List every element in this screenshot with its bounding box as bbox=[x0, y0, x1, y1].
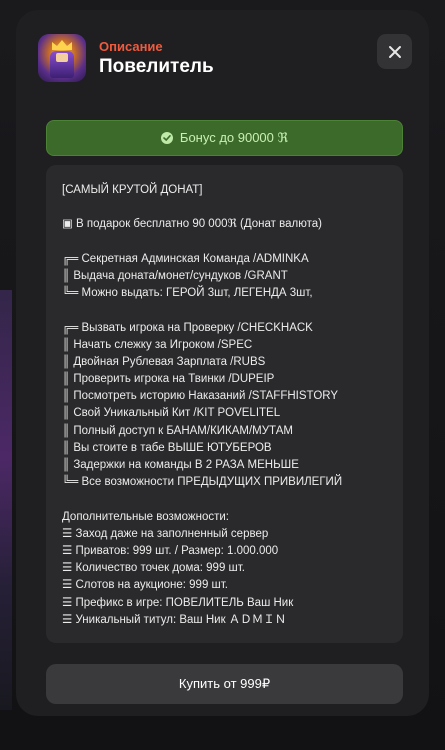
description-line: ║ Посмотреть историю Наказаний /STAFFHIS… bbox=[62, 390, 339, 403]
description-line bbox=[62, 199, 393, 216]
product-avatar-icon bbox=[38, 34, 86, 82]
product-modal: Описание Повелитель Бонус до 90000 ℜ [СА… bbox=[16, 10, 429, 716]
description-line: ╚═ Можно выдать: ГЕРОЙ 3шт, ЛЕГЕНДА 3шт, bbox=[62, 287, 313, 300]
product-title: Повелитель bbox=[99, 56, 214, 77]
description-line: ║ Вы стоите в табе ВЫШЕ ЮТУБЕРОВ bbox=[62, 441, 272, 454]
description-line: Дополнительные возможности: bbox=[62, 510, 229, 523]
bonus-text: Бонус до 90000 ℜ bbox=[179, 130, 289, 145]
description-line: ☰ Заход даже на заполненный сервер bbox=[62, 527, 269, 540]
description-line bbox=[62, 491, 393, 508]
description-line: ☰ Количество точек дома: 999 шт. bbox=[62, 562, 245, 575]
buy-button-label: Купить от 999₽ bbox=[178, 676, 271, 691]
description-line: ║ Двойная Рублевая Зарплата /RUBS bbox=[62, 355, 266, 368]
description-line: ╚═ Все возможности ПРЕДЫДУЩИХ ПРИВИЛЕГИЙ bbox=[62, 476, 343, 489]
backdrop-art bbox=[0, 290, 12, 710]
description-line: ▣ В подарок бесплатно 90 000ℜ (Донат вал… bbox=[62, 218, 322, 231]
buy-button[interactable]: Купить от 999₽ bbox=[46, 664, 403, 704]
description-line: ╔═ Секретная Админская Команда /ADMINKA bbox=[62, 252, 309, 265]
description-line: ☰ Префикс в игре: ПОВЕЛИТЕЛЬ Ваш Ник bbox=[62, 596, 294, 609]
description-line bbox=[62, 234, 393, 251]
description-line: ║ Полный доступ к БАНАМ/КИКАМ/МУТАМ bbox=[62, 424, 293, 437]
close-icon bbox=[388, 45, 401, 58]
description-line: ☰ Слотов на аукционе: 999 шт. bbox=[62, 579, 228, 592]
description-line: [САМЫЙ КРУТОЙ ДОНАТ] bbox=[62, 184, 203, 196]
description-line: ║ Задержки на команды В 2 РАЗА МЕНЬШЕ bbox=[62, 459, 299, 471]
description-line: ║ Проверить игрока на Твинки /DUPEIP bbox=[62, 373, 275, 386]
modal-header: Описание Повелитель bbox=[38, 34, 413, 86]
check-circle-icon bbox=[160, 132, 173, 144]
description-line: ☰ Приватов: 999 шт. / Размер: 1.000.000 bbox=[62, 544, 279, 557]
description-line: ║ Свой Уникальный Кит /KIT POVELITEL bbox=[62, 407, 281, 420]
header-subtitle: Описание bbox=[99, 39, 163, 54]
description-card: [САМЫЙ КРУТОЙ ДОНАТ] ▣ В подарок бесплатн… bbox=[46, 165, 403, 643]
description-text: [САМЫЙ КРУТОЙ ДОНАТ] ▣ В подарок бесплатн… bbox=[62, 182, 393, 629]
close-button[interactable] bbox=[377, 34, 412, 69]
bonus-banner: Бонус до 90000 ℜ bbox=[46, 120, 403, 156]
description-line: ║ Начать слежку за Игроком /SPEC bbox=[62, 338, 253, 351]
description-line: ║ Выдача доната/монет/сундуков /GRANT bbox=[62, 269, 288, 282]
description-line: ╔═ Вызвать игрока на Проверку /CHECKHACK bbox=[62, 321, 313, 334]
description-line: ☰ Уникальный титул: Ваш Ник ＡＤＭＩＮ bbox=[62, 613, 287, 626]
description-line bbox=[62, 302, 393, 319]
